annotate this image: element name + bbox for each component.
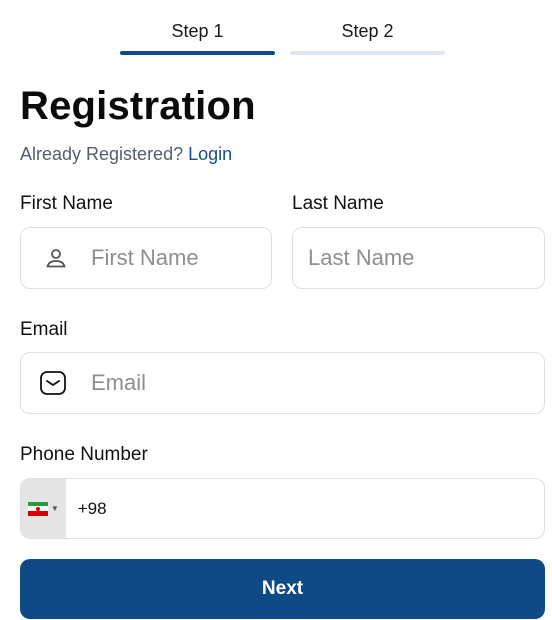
first-name-label: First Name [20,193,113,214]
email-input[interactable] [91,370,544,396]
already-registered-label: Already Registered? [20,144,184,164]
step-1[interactable]: Step 1 [120,18,275,55]
country-code-selector[interactable]: ▼ [21,479,66,538]
user-icon [21,246,91,270]
step-2-progress-bar [290,51,445,55]
first-name-field[interactable] [20,227,272,289]
step-2[interactable]: Step 2 [290,18,445,55]
iran-flag-icon [27,501,48,516]
already-registered-text: Already Registered? Login [20,143,232,165]
email-label: Email [20,319,68,340]
phone-number-field[interactable]: ▼ [20,478,545,539]
step-1-label: Step 1 [171,21,224,41]
phone-number-input[interactable] [65,498,544,519]
step-2-label: Step 2 [341,21,394,41]
login-link[interactable]: Login [188,144,232,164]
stepper: Step 1 Step 2 [120,18,446,58]
chevron-down-icon: ▼ [50,503,59,513]
step-1-progress-bar [120,51,275,55]
last-name-label: Last Name [292,193,384,214]
first-name-input[interactable] [91,245,271,271]
page-title: Registration [20,84,256,128]
phone-number-label: Phone Number [20,444,148,465]
mail-icon [21,370,91,396]
last-name-field[interactable] [292,227,545,289]
last-name-input[interactable] [308,245,544,271]
email-field[interactable] [20,352,545,414]
next-button[interactable]: Next [20,559,545,619]
